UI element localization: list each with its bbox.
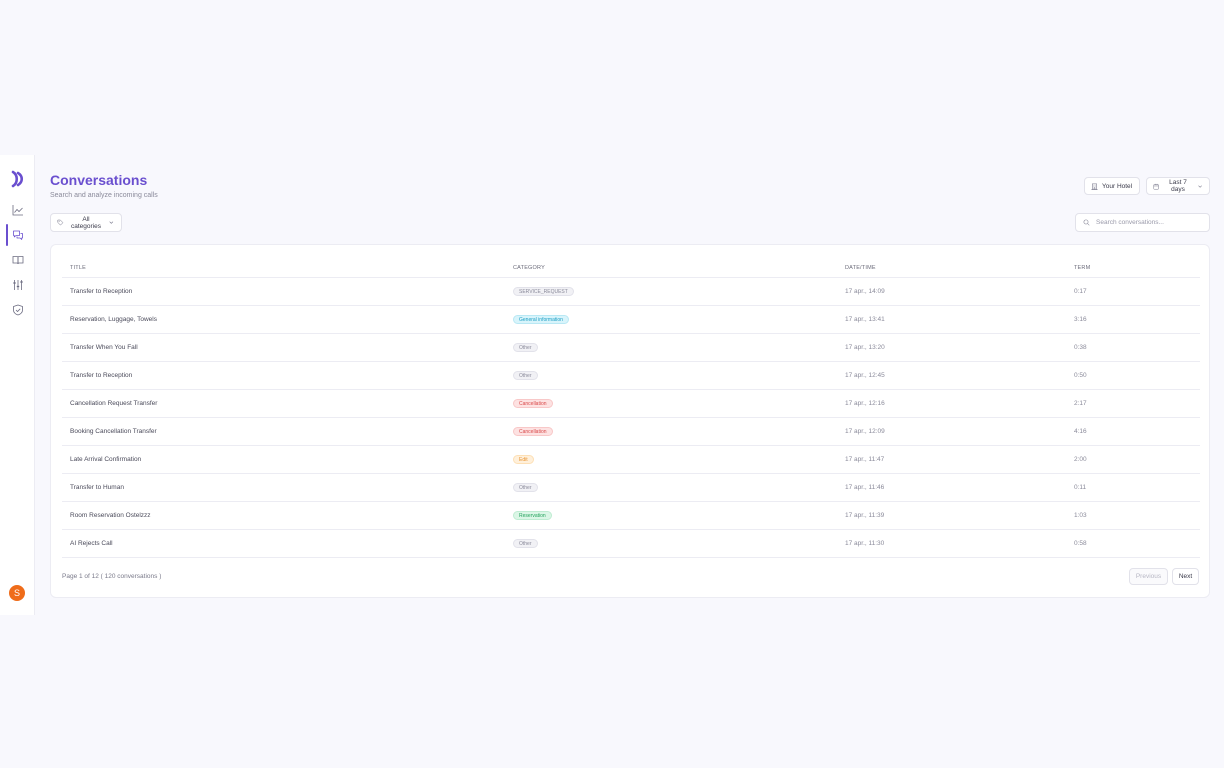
row-datetime: 17 apr., 12:45: [845, 372, 885, 379]
app: S Conversations Search and analyze incom…: [0, 155, 1224, 615]
main-content: Conversations Search and analyze incomin…: [50, 155, 1210, 615]
search-input[interactable]: [1096, 219, 1206, 226]
column-header-category[interactable]: CATEGORY: [513, 265, 545, 271]
category-badge: Cancellation: [513, 399, 553, 408]
nav-security[interactable]: [0, 299, 35, 321]
column-header-term[interactable]: TERM: [1074, 265, 1090, 271]
row-term: 0:38: [1074, 344, 1087, 351]
chevron-down-icon: [1198, 185, 1202, 188]
search-icon: [1083, 219, 1090, 226]
row-term: 1:03: [1074, 512, 1087, 519]
sidebar: S: [0, 155, 35, 615]
table-row[interactable]: Late Arrival Confirmation Edit 17 apr., …: [62, 446, 1200, 474]
line-chart-icon: [12, 205, 23, 216]
table-row[interactable]: Room Reservation Ostelzzz Reservation 17…: [62, 502, 1200, 530]
row-term: 0:11: [1074, 484, 1087, 491]
page-title: Conversations: [50, 172, 148, 188]
nav-settings[interactable]: [0, 274, 35, 296]
column-header-title[interactable]: TITLE: [70, 265, 86, 271]
table-row[interactable]: Booking Cancellation Transfer Cancellati…: [62, 418, 1200, 446]
row-datetime: 17 apr., 11:39: [845, 512, 885, 519]
row-term: 2:00: [1074, 456, 1087, 463]
row-title: AI Rejects Call: [70, 540, 113, 547]
category-badge: Other: [513, 483, 538, 492]
table-row[interactable]: Transfer to Reception SERVICE_REQUEST 17…: [62, 278, 1200, 306]
previous-page-button[interactable]: Previous: [1129, 568, 1168, 585]
date-range-button[interactable]: Last 7 days: [1146, 177, 1210, 195]
category-filter-label: All categories: [70, 215, 101, 230]
row-datetime: 17 apr., 13:20: [845, 344, 885, 351]
next-page-button[interactable]: Next: [1172, 568, 1199, 585]
row-datetime: 17 apr., 12:16: [845, 400, 885, 407]
row-term: 4:16: [1074, 428, 1087, 435]
table-header: TITLE CATEGORY DATE/TIME TERM: [62, 259, 1200, 278]
category-badge: SERVICE_REQUEST: [513, 287, 574, 296]
chevron-down-icon: [109, 221, 114, 224]
user-avatar[interactable]: S: [9, 585, 25, 601]
row-datetime: 17 apr., 13:41: [845, 316, 885, 323]
logo-icon[interactable]: [9, 170, 27, 188]
category-badge: Other: [513, 539, 538, 548]
row-title: Transfer When You Fall: [70, 344, 138, 351]
category-filter-button[interactable]: All categories: [50, 213, 122, 232]
table-row[interactable]: Cancellation Request Transfer Cancellati…: [62, 390, 1200, 418]
row-title: Transfer to Reception: [70, 372, 133, 379]
row-title: Transfer to Reception: [70, 288, 133, 295]
conversations-table-card: TITLE CATEGORY DATE/TIME TERM Transfer t…: [50, 244, 1210, 598]
pagination-summary: Page 1 of 12 ( 120 conversations ): [62, 573, 162, 580]
category-badge: General information: [513, 315, 569, 324]
row-term: 0:17: [1074, 288, 1087, 295]
nav-analytics[interactable]: [0, 199, 35, 221]
row-datetime: 17 apr., 11:47: [845, 456, 885, 463]
row-datetime: 17 apr., 12:09: [845, 428, 885, 435]
row-title: Room Reservation Ostelzzz: [70, 512, 151, 519]
nav-conversations[interactable]: [0, 224, 35, 246]
table-row[interactable]: Transfer When You Fall Other 17 apr., 13…: [62, 334, 1200, 362]
table-row[interactable]: Reservation, Luggage, Towels General inf…: [62, 306, 1200, 334]
category-badge: Reservation: [513, 511, 552, 520]
category-badge: Edit: [513, 455, 534, 464]
row-title: Late Arrival Confirmation: [70, 456, 142, 463]
table-row[interactable]: AI Rejects Call Other 17 apr., 11:30 0:5…: [62, 530, 1200, 558]
tag-icon: [57, 219, 64, 226]
row-title: Booking Cancellation Transfer: [70, 428, 157, 435]
column-header-datetime[interactable]: DATE/TIME: [845, 265, 876, 271]
nav-knowledge[interactable]: [0, 249, 35, 271]
row-title: Reservation, Luggage, Towels: [70, 316, 157, 323]
row-title: Transfer to Human: [70, 484, 124, 491]
book-open-icon: [12, 256, 23, 265]
table-row[interactable]: Transfer to Reception Other 17 apr., 12:…: [62, 362, 1200, 390]
category-badge: Other: [513, 343, 538, 352]
row-title: Cancellation Request Transfer: [70, 400, 158, 407]
row-datetime: 17 apr., 14:09: [845, 288, 885, 295]
row-term: 0:58: [1074, 540, 1087, 547]
building-icon: [1091, 183, 1098, 190]
shield-check-icon: [12, 304, 23, 316]
hotel-label: Your Hotel: [1102, 182, 1133, 190]
calendar-icon: [1153, 183, 1159, 189]
category-badge: Other: [513, 371, 538, 380]
search-box: [1075, 213, 1210, 232]
row-datetime: 17 apr., 11:30: [845, 540, 885, 547]
row-term: 3:16: [1074, 316, 1087, 323]
row-term: 2:17: [1074, 400, 1087, 407]
hotel-selector-button[interactable]: Your Hotel: [1084, 177, 1140, 195]
row-term: 0:50: [1074, 372, 1087, 379]
page-subtitle: Search and analyze incoming calls: [50, 192, 158, 199]
sliders-icon: [12, 280, 23, 290]
category-badge: Cancellation: [513, 427, 553, 436]
row-datetime: 17 apr., 11:46: [845, 484, 885, 491]
table-row[interactable]: Transfer to Human Other 17 apr., 11:46 0…: [62, 474, 1200, 502]
chat-bubbles-icon: [12, 230, 23, 240]
date-range-label: Last 7 days: [1169, 179, 1187, 193]
